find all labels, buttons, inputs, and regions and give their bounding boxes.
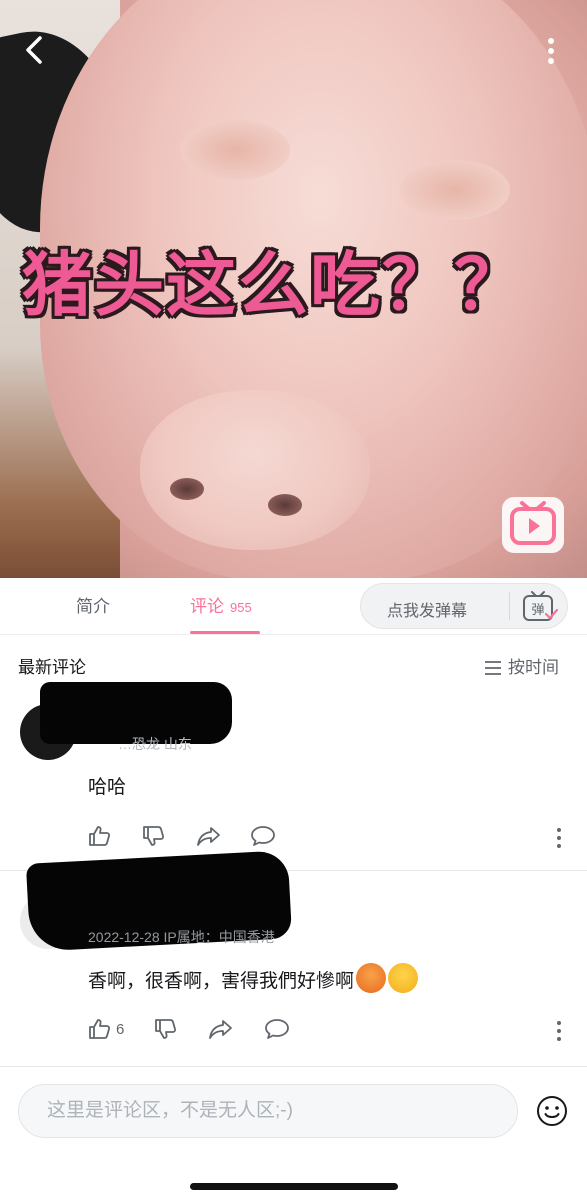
active-tab-indicator — [190, 631, 260, 634]
nostril-left — [170, 478, 204, 500]
tab-comments-label: 评论 — [190, 597, 224, 616]
danmaku-input[interactable]: 点我发弹幕 弹 — [360, 583, 568, 629]
vertical-dots-icon — [548, 38, 554, 64]
tab-intro-label: 简介 — [76, 597, 110, 616]
video-player[interactable]: 猪头这么吃？？ — [0, 0, 587, 578]
comment-meta: …恐龙 山东 — [118, 736, 192, 752]
pig-eye-left — [180, 120, 290, 180]
comment-text-body: 香啊，很香啊，害得我們好慘啊 — [88, 971, 355, 992]
sort-label: 按时间 — [508, 658, 559, 677]
list-sort-icon — [485, 661, 501, 675]
pig-snout — [140, 390, 370, 550]
home-indicator — [190, 1183, 398, 1190]
tab-comments[interactable]: 评论 955 — [190, 592, 252, 617]
speech-bubble-icon — [251, 826, 275, 846]
nostril-right — [268, 494, 302, 516]
latest-comments-title: 最新评论 — [18, 658, 86, 677]
comment-item: 2022-12-28 IP属地：中国香港 香啊，很香啊，害得我們好慘啊 6 — [0, 850, 587, 1061]
comment-actions: 6 — [88, 1017, 298, 1045]
video-overlay-title: 猪头这么吃？？ — [22, 244, 526, 326]
share-button[interactable] — [208, 1017, 234, 1045]
danmaku-placeholder: 点我发弹幕 — [387, 603, 468, 620]
comment-input-bar: 这里是评论区，不是无人区;-) — [0, 1066, 587, 1200]
comment-text: 香啊，很香啊，害得我們好慘啊 — [88, 963, 419, 993]
danmaku-icon-label: 弹 — [531, 603, 544, 618]
danmaku-divider — [509, 592, 510, 620]
reply-button[interactable] — [250, 824, 276, 852]
like-count: 6 — [116, 1021, 125, 1038]
back-button[interactable] — [18, 32, 54, 68]
comment-more-button[interactable] — [552, 826, 566, 850]
dislike-button[interactable] — [154, 1017, 178, 1045]
reply-button[interactable] — [264, 1017, 290, 1045]
play-badge-button[interactable] — [502, 497, 564, 553]
like-button[interactable]: 6 — [88, 1017, 124, 1045]
smiley-face-icon — [537, 1096, 567, 1126]
comment-actions — [88, 824, 288, 852]
thumbs-down-icon — [155, 1019, 177, 1039]
comment-count: 955 — [230, 600, 252, 615]
thumbs-down-icon — [143, 826, 165, 846]
share-arrow-icon — [209, 1020, 232, 1039]
thumbs-up-icon — [89, 826, 111, 846]
pig-eye-right — [400, 160, 510, 220]
comment-input[interactable]: 这里是评论区，不是无人区;-) — [18, 1084, 518, 1138]
vertical-dots-icon — [557, 1021, 561, 1041]
speech-bubble-icon — [265, 1019, 289, 1039]
danmaku-toggle-icon[interactable]: 弹 — [519, 590, 559, 624]
tab-intro[interactable]: 简介 — [76, 592, 110, 617]
sort-by-time-button[interactable]: 按时间 — [484, 653, 559, 678]
comment-text: 哈哈 — [88, 777, 127, 798]
thumbs-up-icon — [89, 1019, 111, 1039]
share-button[interactable] — [196, 824, 222, 852]
crying-face-emoji — [356, 963, 387, 993]
chevron-left-icon — [26, 36, 42, 64]
comment-item: …恐龙 山东 哈哈 — [0, 680, 587, 870]
play-badge-icon — [510, 501, 556, 545]
more-options-button[interactable] — [536, 34, 566, 70]
laughing-crying-emoji — [388, 963, 419, 993]
comment-meta: 2022-12-28 IP属地：中国香港 — [88, 929, 275, 945]
comment-more-button[interactable] — [552, 1019, 566, 1043]
vertical-dots-icon — [557, 828, 561, 848]
like-button[interactable] — [88, 824, 112, 852]
dislike-button[interactable] — [142, 824, 166, 852]
share-arrow-icon — [197, 827, 220, 846]
emoji-button[interactable] — [536, 1095, 568, 1127]
